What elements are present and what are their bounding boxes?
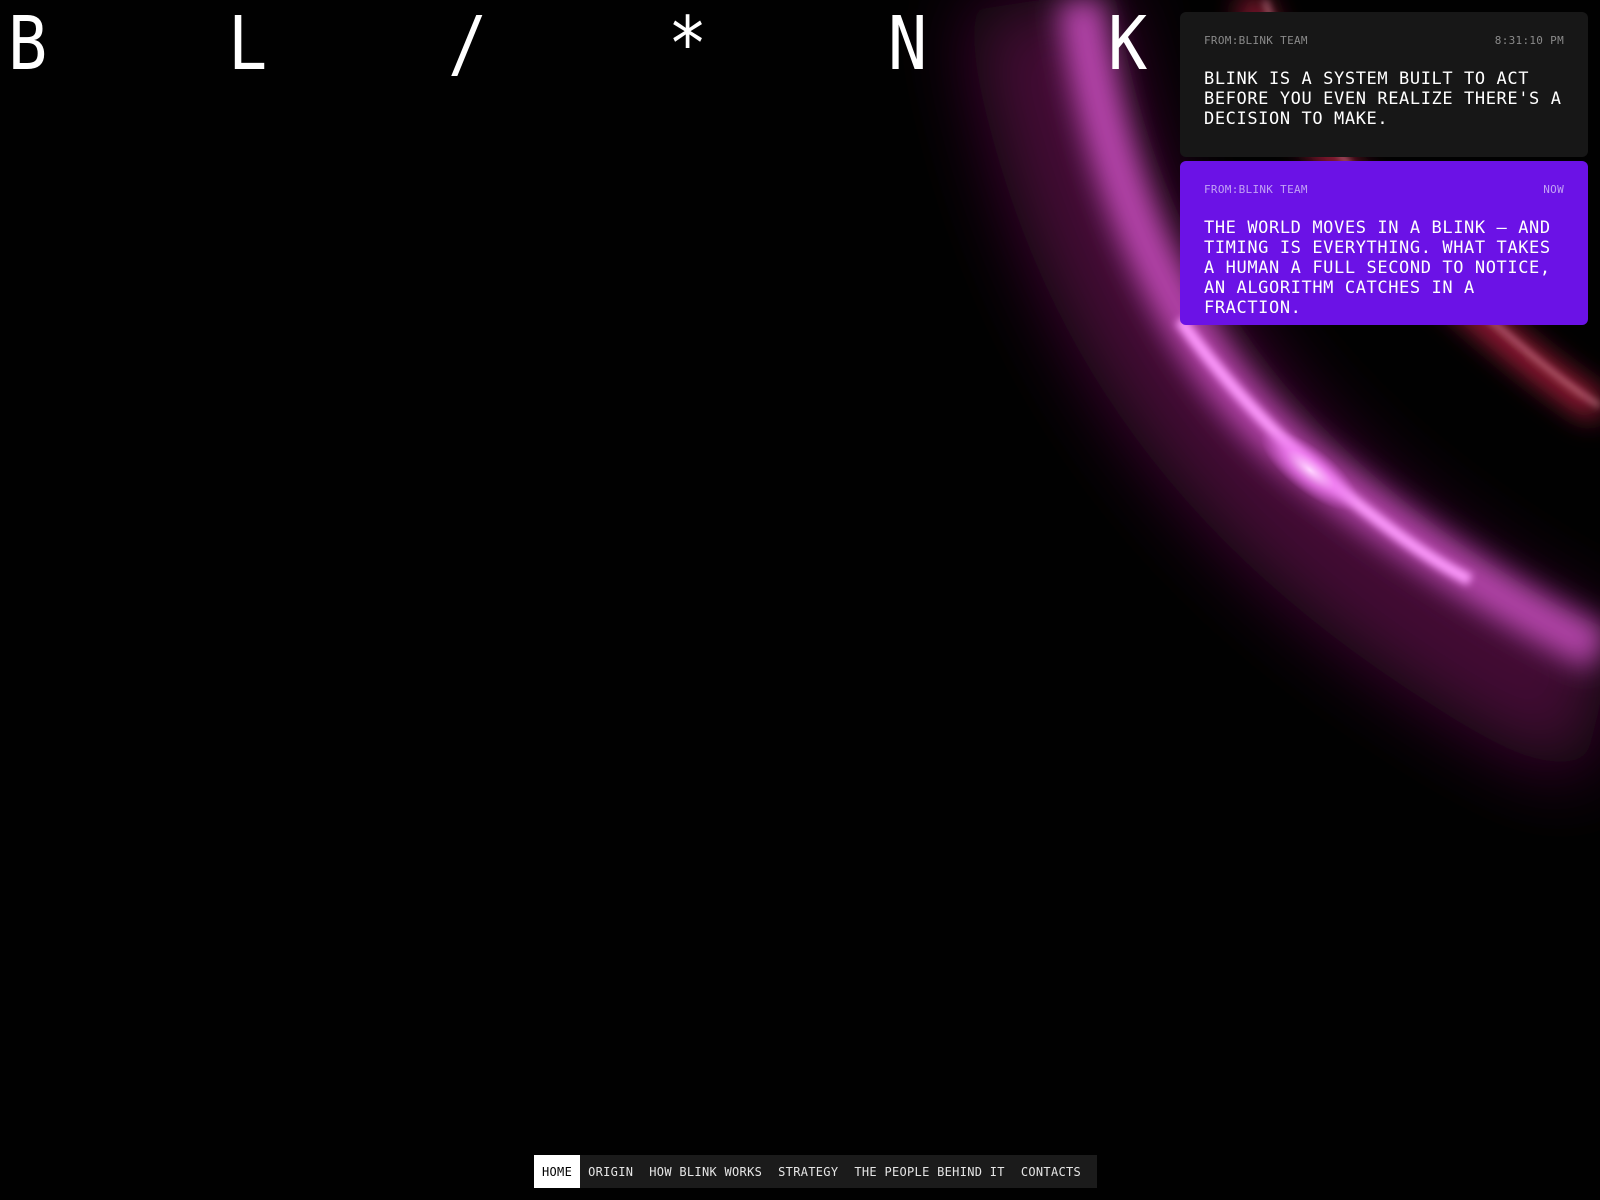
logo-letter: * bbox=[668, 1, 708, 87]
nav-item-contacts[interactable]: CONTACTS bbox=[1013, 1155, 1089, 1188]
nav-item-home[interactable]: HOME bbox=[534, 1155, 581, 1188]
message-sender: FROM:BLINK TEAM bbox=[1204, 34, 1308, 47]
message-card-highlighted: FROM:BLINK TEAM NOW THE WORLD MOVES IN A… bbox=[1180, 161, 1588, 325]
logo-letter: N bbox=[888, 1, 928, 87]
message-text: THE WORLD MOVES IN A BLINK — AND TIMING … bbox=[1204, 218, 1551, 318]
brand-logo[interactable]: B L / * N K bbox=[8, 4, 1158, 84]
logo-letter: B bbox=[8, 1, 48, 87]
message-header: FROM:BLINK TEAM 8:31:10 PM bbox=[1204, 34, 1564, 47]
message-text: BLINK IS A SYSTEM BUILT TO ACT BEFORE YO… bbox=[1204, 69, 1562, 129]
logo-letter: / bbox=[448, 1, 488, 87]
message-time: NOW bbox=[1543, 183, 1564, 196]
nav-item-origin[interactable]: ORIGIN bbox=[580, 1155, 641, 1188]
nav-item-how-blink-works[interactable]: HOW BLINK WORKS bbox=[641, 1155, 770, 1188]
bottom-navigation: HOME ORIGIN HOW BLINK WORKS STRATEGY THE… bbox=[534, 1155, 1098, 1188]
logo-letter: L bbox=[228, 1, 268, 87]
message-header: FROM:BLINK TEAM NOW bbox=[1204, 183, 1564, 196]
landing-page: B L / * N K FROM:BLINK TEAM 8:31:10 PM B… bbox=[0, 0, 1600, 1200]
nav-item-people-behind-it[interactable]: THE PEOPLE BEHIND IT bbox=[846, 1155, 1013, 1188]
message-time: 8:31:10 PM bbox=[1494, 34, 1564, 47]
message-card: FROM:BLINK TEAM 8:31:10 PM BLINK IS A SY… bbox=[1180, 12, 1588, 157]
nav-item-strategy[interactable]: STRATEGY bbox=[770, 1155, 846, 1188]
logo-letter: K bbox=[1108, 1, 1148, 87]
message-sender: FROM:BLINK TEAM bbox=[1204, 183, 1308, 196]
